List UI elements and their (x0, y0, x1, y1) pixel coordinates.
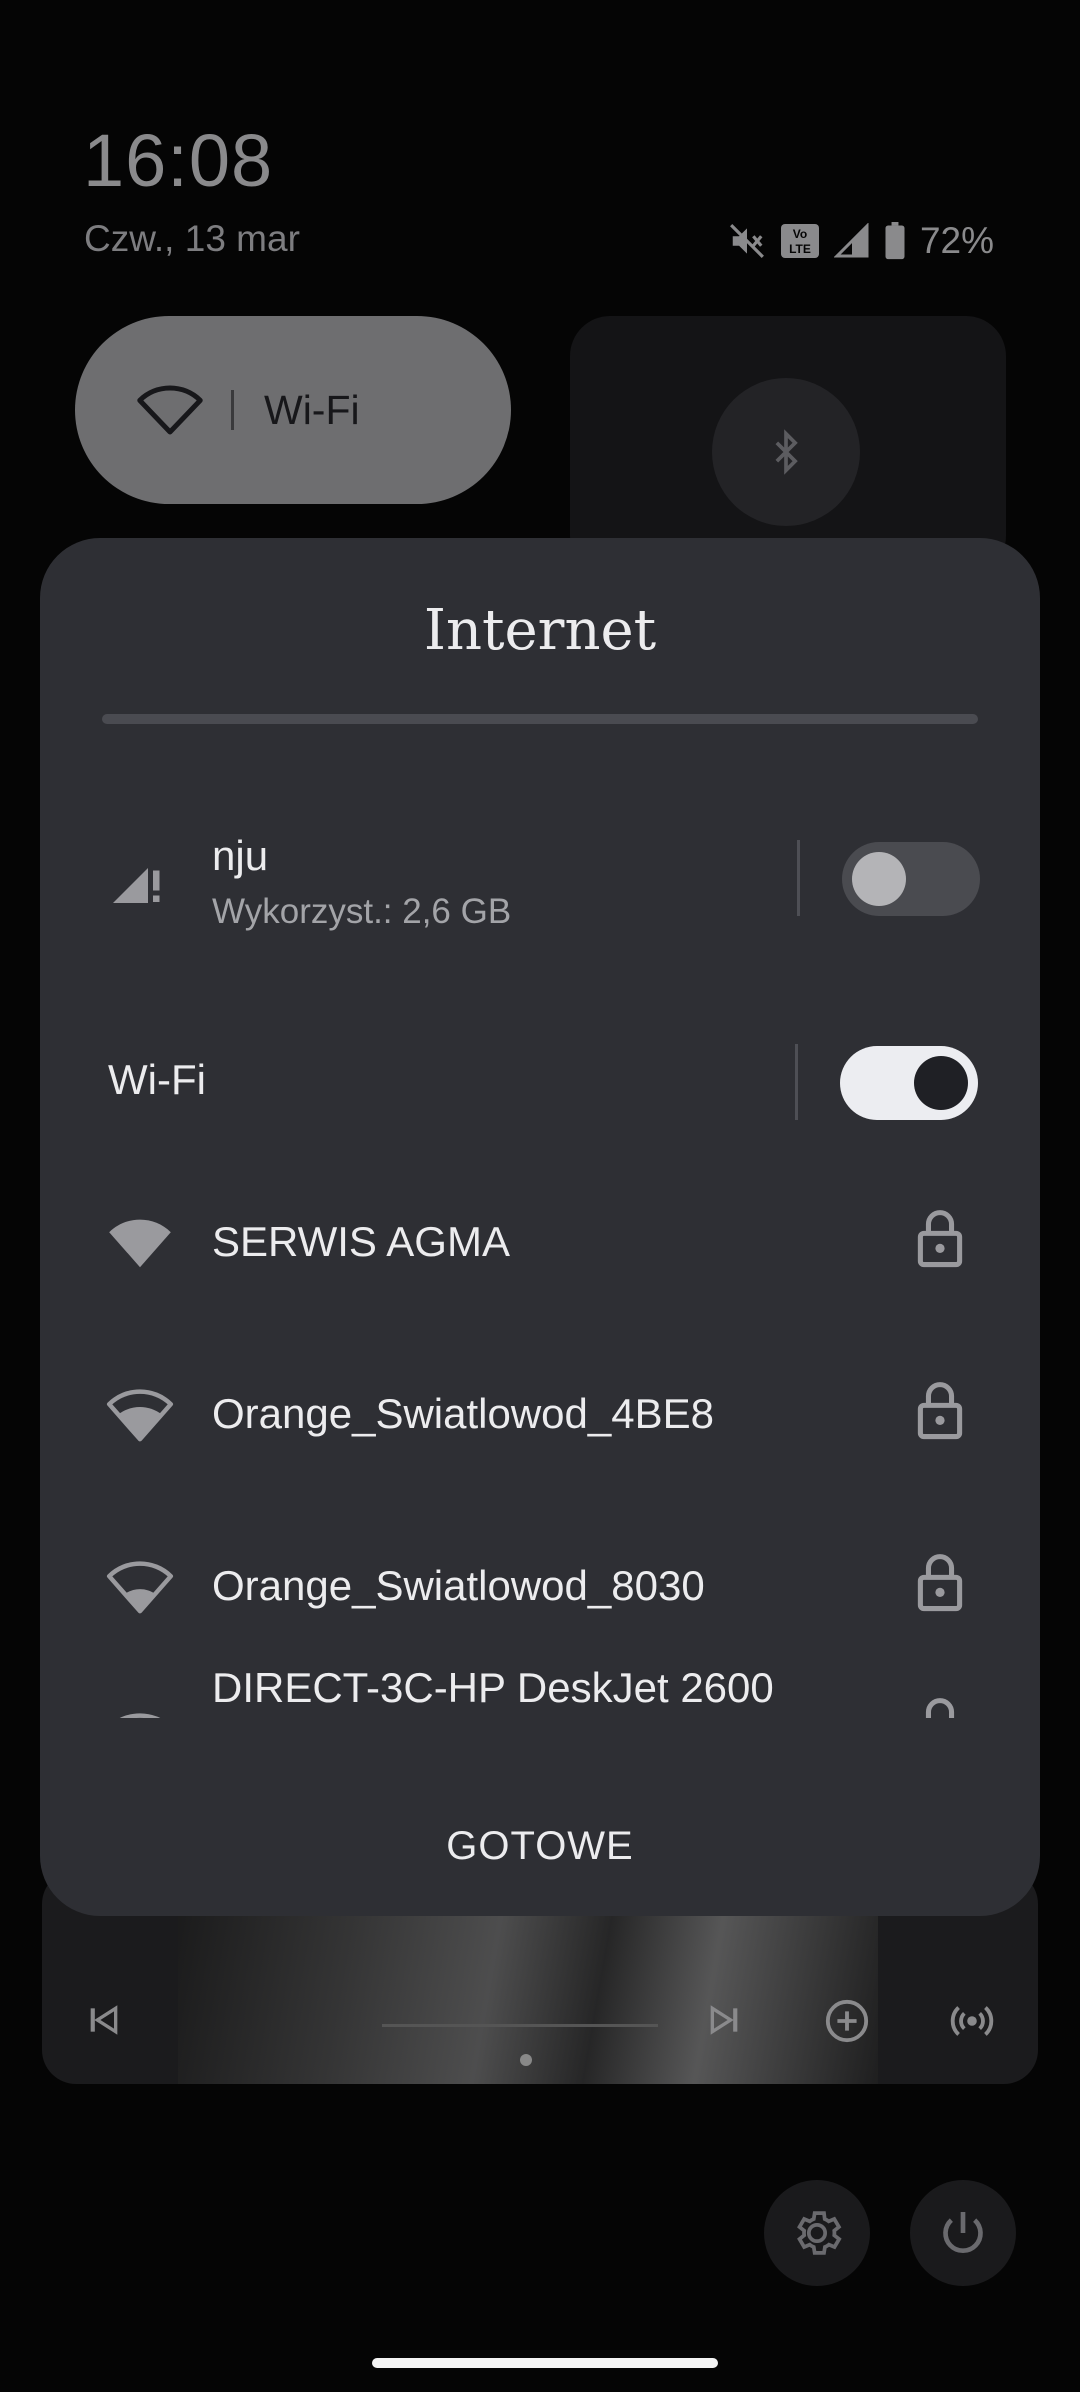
network-name: Orange_Swiatlowod_8030 (212, 1562, 705, 1609)
power-icon (943, 2212, 983, 2253)
lock-icon (917, 1210, 963, 1268)
wifi-signal-1-icon (119, 1713, 161, 1718)
wifi-row[interactable]: Wi-Fi (40, 1000, 1040, 1160)
signal-icon (833, 223, 869, 258)
add-icon[interactable] (824, 1998, 870, 2044)
date: Czw., 13 mar (84, 218, 300, 259)
network-item[interactable]: DIRECT-3C-HP DeskJet 2600 (40, 1654, 1040, 1718)
tile-separator (231, 390, 234, 430)
settings-button[interactable] (764, 2180, 870, 2286)
mobile-signal-icon (113, 868, 160, 903)
network-name: SERWIS AGMA (212, 1218, 510, 1265)
wifi-tile-label: Wi-Fi (264, 386, 360, 433)
mobile-data-usage: Wykorzyst.: 2,6 GB (212, 892, 512, 931)
toggle-knob (914, 1056, 968, 1110)
dialog-divider (102, 714, 978, 724)
network-name: Orange_Swiatlowod_4BE8 (212, 1390, 714, 1437)
dialog-title: Internet (423, 598, 657, 663)
wifi-signal-2-icon (106, 1561, 174, 1614)
network-item[interactable]: Orange_Swiatlowod_4BE8 (40, 1330, 1040, 1502)
internet-dialog: Internet nju Wykorzyst.: 2,6 GB Wi-Fi SE… (40, 538, 1040, 1916)
wifi-signal-3-icon (106, 1389, 174, 1442)
wifi-toggle[interactable] (840, 1046, 978, 1120)
volte-icon: Vo LTE (780, 224, 819, 258)
home-indicator[interactable] (372, 2358, 718, 2368)
lock-icon (925, 1698, 955, 1718)
mobile-separator (797, 840, 800, 916)
power-button[interactable] (910, 2180, 1016, 2286)
network-name: DIRECT-3C-HP DeskJet 2600 (212, 1664, 774, 1711)
network-item[interactable]: Orange_Swiatlowod_8030 (40, 1502, 1040, 1674)
svg-text:LTE: LTE (789, 242, 811, 256)
mobile-network-name: nju (212, 832, 269, 879)
battery-percentage: 72% (919, 220, 994, 261)
mobile-data-toggle[interactable] (842, 842, 980, 916)
mute-icon (729, 224, 764, 258)
page-indicator (520, 2054, 532, 2066)
toggle-knob (852, 852, 906, 906)
media-progress[interactable] (382, 2024, 658, 2027)
wifi-separator (795, 1044, 798, 1120)
next-track-icon[interactable] (702, 2000, 746, 2040)
network-item[interactable]: SERWIS AGMA (40, 1158, 1040, 1330)
svg-text:Vo: Vo (793, 227, 807, 241)
previous-track-icon[interactable] (84, 2000, 124, 2040)
broadcast-icon[interactable] (948, 1998, 996, 2044)
lock-icon (917, 1382, 963, 1440)
network-list: SERWIS AGMA Orange_Swiatlowod_4BE8 Orang… (40, 1158, 1040, 1718)
clock: 16:08 (83, 119, 274, 202)
bluetooth-button[interactable] (712, 378, 860, 526)
battery-icon (885, 222, 905, 260)
wifi-label: Wi-Fi (108, 1056, 206, 1103)
status-icons: Vo LTE 72% (728, 216, 994, 266)
wifi-icon (137, 385, 203, 435)
gear-icon (797, 2211, 842, 2255)
bluetooth-icon (775, 429, 798, 475)
wifi-tile[interactable]: Wi-Fi (75, 316, 511, 504)
wifi-signal-full-icon (109, 1219, 171, 1268)
done-button[interactable]: GOTOWE (40, 1824, 1040, 1869)
mobile-data-row[interactable]: nju Wykorzyst.: 2,6 GB (40, 798, 1040, 958)
lock-icon (917, 1554, 963, 1612)
